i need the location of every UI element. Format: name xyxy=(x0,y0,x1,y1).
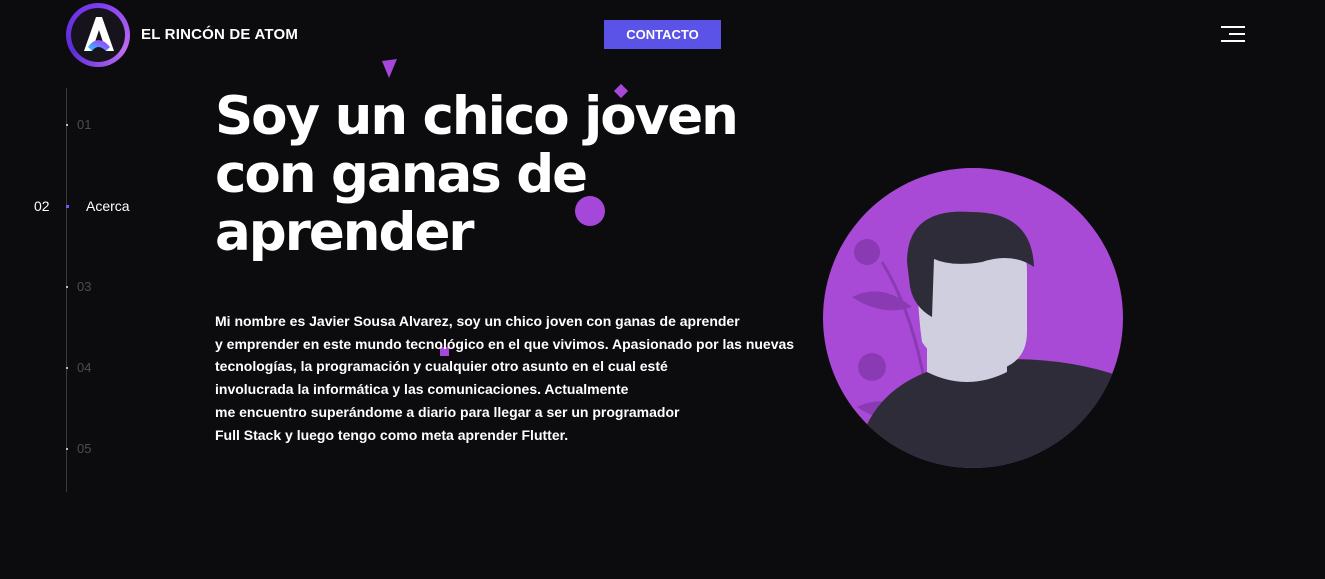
hamburger-menu-icon[interactable] xyxy=(1221,25,1245,44)
nav-item-05[interactable]: 05 xyxy=(77,441,91,456)
avatar-illustration xyxy=(823,168,1123,468)
nav-item-01[interactable]: 01 xyxy=(77,117,91,132)
nav-item-03[interactable]: 03 xyxy=(77,279,91,294)
bio-line-4: involucrada la informática y las comunic… xyxy=(215,381,629,398)
atom-logo-icon xyxy=(84,17,114,51)
bio-line-3: tecnologías, la programación y cualquier… xyxy=(215,358,668,375)
menu-bar-top xyxy=(1221,26,1245,28)
nav-item-02-number[interactable]: 02 xyxy=(34,198,50,214)
nav-dot-03 xyxy=(66,286,68,288)
menu-bar-middle xyxy=(1229,33,1245,35)
nav-item-02-label[interactable]: Acerca xyxy=(86,198,130,214)
brand-logo[interactable] xyxy=(66,3,130,67)
contact-button[interactable]: CONTACTO xyxy=(604,20,721,49)
nav-item-04[interactable]: 04 xyxy=(77,360,91,375)
nav-dot-01 xyxy=(66,124,68,126)
hero-title: Soy un chico joven con ganas de aprender xyxy=(215,88,805,262)
nav-dot-05 xyxy=(66,448,68,450)
hero-title-line-1: Soy un chico joven xyxy=(215,86,739,147)
nav-dot-04 xyxy=(66,367,68,369)
bio-line-6: Full Stack y luego tengo como meta apren… xyxy=(215,426,569,443)
bio-line-2: y emprender en este mundo tecnológico en… xyxy=(215,335,795,352)
nav-dot-02-active xyxy=(66,205,69,208)
hero-title-line-3: aprender xyxy=(215,202,475,263)
menu-bar-bottom xyxy=(1221,40,1245,42)
circle-decoration-icon xyxy=(575,196,605,226)
bio-line-5: me encuentro superándome a diario para l… xyxy=(215,403,680,420)
bio-paragraph: Mi nombre es Javier Sousa Alvarez, soy u… xyxy=(215,310,825,446)
bio-line-1: Mi nombre es Javier Sousa Alvarez, soy u… xyxy=(215,313,740,329)
side-nav-line xyxy=(66,88,67,492)
hero-title-line-2: con ganas de xyxy=(215,144,588,205)
brand-name[interactable]: EL RINCÓN DE ATOM xyxy=(141,26,298,43)
triangle-decoration-icon xyxy=(382,59,397,78)
